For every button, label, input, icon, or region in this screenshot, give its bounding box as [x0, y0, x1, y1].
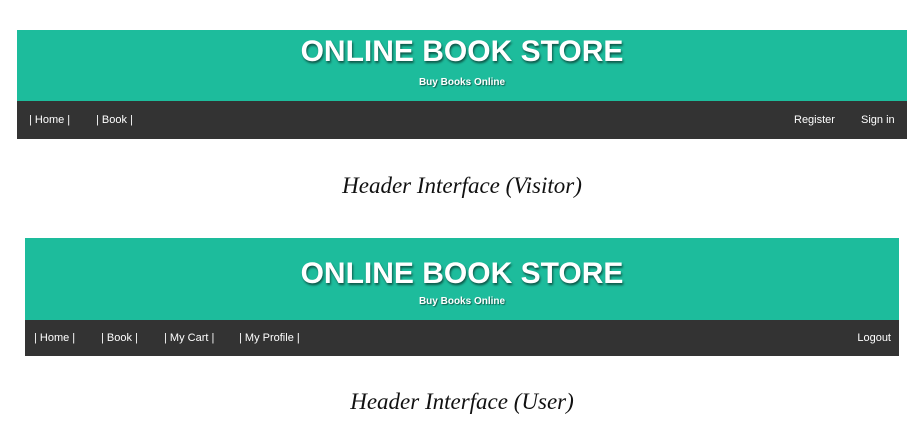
store-title: ONLINE BOOK STORE — [300, 257, 624, 290]
visitor-banner: ONLINE BOOK STORE Buy Books Online — [17, 30, 907, 101]
store-subtitle: Buy Books Online — [418, 77, 506, 88]
store-subtitle: Buy Books Online — [418, 296, 506, 307]
user-navbar: | Home | | Book | | My Cart | | My Profi… — [25, 320, 899, 356]
user-header: ONLINE BOOK STORE Buy Books Online | Hom… — [25, 238, 899, 356]
nav-my-profile-link[interactable]: | My Profile | — [239, 332, 300, 344]
user-banner: ONLINE BOOK STORE Buy Books Online — [25, 238, 899, 320]
visitor-caption: Header Interface (Visitor) — [342, 173, 582, 198]
nav-home-link[interactable]: | Home | — [34, 332, 75, 344]
nav-logout-link[interactable]: Logout — [857, 332, 891, 344]
nav-register-link[interactable]: Register — [794, 114, 835, 126]
visitor-navbar: | Home | | Book | Register Sign in — [17, 101, 907, 139]
visitor-header: ONLINE BOOK STORE Buy Books Online | Hom… — [17, 30, 907, 139]
user-caption: Header Interface (User) — [350, 389, 574, 414]
nav-book-link[interactable]: | Book | — [96, 114, 133, 126]
nav-sign-in-link[interactable]: Sign in — [861, 114, 895, 126]
nav-home-link[interactable]: | Home | — [29, 114, 70, 126]
nav-book-link[interactable]: | Book | — [101, 332, 138, 344]
store-title: ONLINE BOOK STORE — [300, 35, 624, 68]
nav-my-cart-link[interactable]: | My Cart | — [164, 332, 214, 344]
